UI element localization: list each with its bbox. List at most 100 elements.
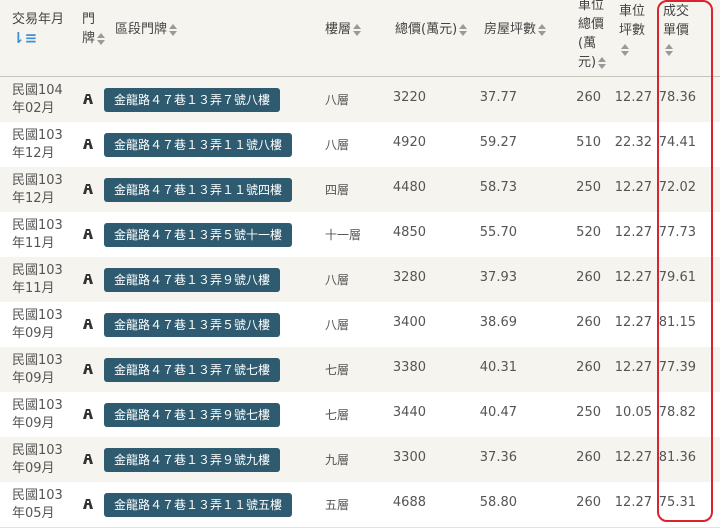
transaction-table: 交易年月 ⇂≡ 門 牌 區段門牌 樓層 總價(萬元) 房屋坪數 車位 總價 (萬… — [0, 0, 720, 528]
sort-arrows-icon[interactable] — [97, 32, 106, 45]
floor-value: 八層 — [325, 273, 350, 287]
building-icon[interactable] — [82, 363, 94, 374]
building-icon[interactable] — [82, 408, 94, 419]
table-row[interactable]: 民國103 年09月 金龍路４７巷１３弄９號七樓 七層 3440 40.47 250 10.0… — [0, 392, 720, 438]
table-row[interactable]: 民國103 年05月 金龍路４７巷１３弄１１號五樓 五層 4688 58.80 260 12.… — [0, 482, 720, 528]
total-price: 3400 — [392, 315, 426, 330]
house-area: 37.36 — [479, 450, 517, 465]
building-icon[interactable] — [82, 183, 94, 194]
header-parking-price[interactable]: 車位 總價 (萬 元) — [578, 0, 607, 72]
address-badge[interactable]: 金龍路４７巷１３弄９號九樓 — [104, 448, 281, 472]
table-row[interactable]: 民國103 年11月 金龍路４７巷１３弄５號十一樓 十一層 4850 55.70 520 12… — [0, 212, 720, 258]
sort-arrows-icon[interactable] — [169, 23, 178, 36]
parking-price: 510 — [576, 135, 601, 150]
parking-area: 10.05 — [614, 405, 652, 420]
header-area[interactable]: 房屋坪數 — [484, 20, 547, 39]
header-total[interactable]: 總價(萬元) — [395, 20, 468, 39]
address-badge[interactable]: 金龍路４７巷１３弄５號十一樓 — [104, 223, 293, 247]
address-badge[interactable]: 金龍路４７巷１３弄５號八樓 — [104, 313, 281, 337]
table-row[interactable]: 民國103 年11月 金龍路４７巷１３弄９號八樓 八層 3280 37.93 260 12.2… — [0, 257, 720, 303]
parking-price: 260 — [576, 270, 601, 285]
sort-arrows-icon[interactable] — [665, 43, 673, 56]
building-icon[interactable] — [82, 273, 94, 284]
floor-value: 九層 — [325, 453, 350, 467]
parking-area: 12.27 — [614, 270, 652, 285]
building-icon[interactable] — [82, 228, 94, 239]
address-badge[interactable]: 金龍路４７巷１３弄９號八樓 — [104, 268, 281, 292]
unit-price: 81.15 — [658, 315, 696, 330]
header-door[interactable]: 門 牌 — [82, 10, 106, 48]
table-row[interactable]: 民國104 年02月 金龍路４７巷１３弄７號八樓 八層 3220 37.77 260 12.2… — [0, 77, 720, 123]
transaction-date: 民國103 年11月 — [12, 218, 63, 251]
address-badge[interactable]: 金龍路４７巷１３弄１１號四樓 — [104, 178, 293, 202]
parking-price: 260 — [576, 360, 601, 375]
total-price: 3380 — [392, 360, 426, 375]
total-price: 4480 — [392, 180, 426, 195]
unit-price: 78.36 — [658, 90, 696, 105]
parking-area: 12.27 — [614, 180, 652, 195]
table-row[interactable]: 民國103 年09月 金龍路４７巷１３弄７號七樓 七層 3380 40.31 260 12.2… — [0, 347, 720, 393]
sort-arrows-icon[interactable] — [621, 43, 629, 56]
address-badge[interactable]: 金龍路４７巷１３弄１１號五樓 — [104, 493, 293, 517]
parking-area: 12.27 — [614, 315, 652, 330]
total-price: 4688 — [392, 495, 426, 510]
building-icon[interactable] — [82, 453, 94, 464]
address-badge[interactable]: 金龍路４７巷１３弄７號七樓 — [104, 358, 281, 382]
parking-area: 12.27 — [614, 360, 652, 375]
house-area: 58.80 — [479, 495, 517, 510]
transaction-date: 民國103 年09月 — [12, 443, 63, 476]
unit-price: 75.31 — [658, 495, 696, 510]
table-row[interactable]: 民國103 年12月 金龍路４７巷１３弄１１號八樓 八層 4920 59.27 510 22.… — [0, 122, 720, 168]
house-area: 37.93 — [479, 270, 517, 285]
transaction-date: 民國103 年05月 — [12, 488, 63, 521]
transaction-date: 民國103 年09月 — [12, 308, 63, 341]
header-parking-area[interactable]: 車位 坪數 — [619, 2, 645, 59]
table-row[interactable]: 民國103 年09月 金龍路４７巷１３弄５號八樓 八層 3400 38.69 260 12.2… — [0, 302, 720, 348]
parking-area: 12.27 — [614, 495, 652, 510]
transaction-date: 民國103 年12月 — [12, 173, 63, 206]
building-icon[interactable] — [82, 93, 94, 104]
table-row[interactable]: 民國103 年12月 金龍路４７巷１３弄１１號四樓 四層 4480 58.73 250 12.… — [0, 167, 720, 213]
sort-arrows-icon[interactable] — [459, 23, 468, 36]
parking-area: 12.27 — [614, 450, 652, 465]
total-price: 3440 — [392, 405, 426, 420]
building-icon[interactable] — [82, 498, 94, 509]
building-icon[interactable] — [82, 138, 94, 149]
transaction-date: 民國103 年09月 — [12, 398, 63, 431]
floor-value: 十一層 — [325, 228, 362, 242]
sort-arrows-icon[interactable] — [538, 23, 547, 36]
total-price: 4850 — [392, 225, 426, 240]
sort-arrows-icon[interactable] — [353, 23, 362, 36]
header-floor[interactable]: 樓層 — [325, 20, 362, 39]
unit-price: 78.82 — [658, 405, 696, 420]
floor-value: 八層 — [325, 93, 350, 107]
unit-price: 77.39 — [658, 360, 696, 375]
address-badge[interactable]: 金龍路４７巷１３弄９號七樓 — [104, 403, 281, 427]
floor-value: 四層 — [325, 183, 350, 197]
house-area: 40.47 — [479, 405, 517, 420]
building-icon[interactable] — [82, 318, 94, 329]
header-date[interactable]: 交易年月 ⇂≡ — [12, 10, 64, 49]
floor-value: 七層 — [325, 363, 350, 377]
house-area: 55.70 — [479, 225, 517, 240]
house-area: 58.73 — [479, 180, 517, 195]
transaction-date: 民國103 年12月 — [12, 128, 63, 161]
house-area: 37.77 — [479, 90, 517, 105]
header-unit-price[interactable]: 成交 單價 — [663, 2, 689, 59]
address-badge[interactable]: 金龍路４７巷１３弄７號八樓 — [104, 88, 281, 112]
unit-price: 81.36 — [658, 450, 696, 465]
table-row[interactable]: 民國103 年09月 金龍路４７巷１３弄９號九樓 九層 3300 37.36 260 12.2… — [0, 437, 720, 483]
sort-arrows-icon[interactable] — [598, 56, 607, 69]
parking-price: 260 — [576, 450, 601, 465]
parking-area: 12.27 — [614, 90, 652, 105]
address-badge[interactable]: 金龍路４７巷１３弄１１號八樓 — [104, 133, 293, 157]
sort-desc-icon[interactable]: ⇂≡ — [12, 29, 37, 48]
transaction-date: 民國104 年02月 — [12, 83, 63, 116]
parking-area: 12.27 — [614, 225, 652, 240]
parking-price: 260 — [576, 315, 601, 330]
unit-price: 77.73 — [658, 225, 696, 240]
total-price: 3300 — [392, 450, 426, 465]
header-address[interactable]: 區段門牌 — [115, 20, 178, 39]
parking-price: 250 — [576, 180, 601, 195]
parking-price: 260 — [576, 90, 601, 105]
